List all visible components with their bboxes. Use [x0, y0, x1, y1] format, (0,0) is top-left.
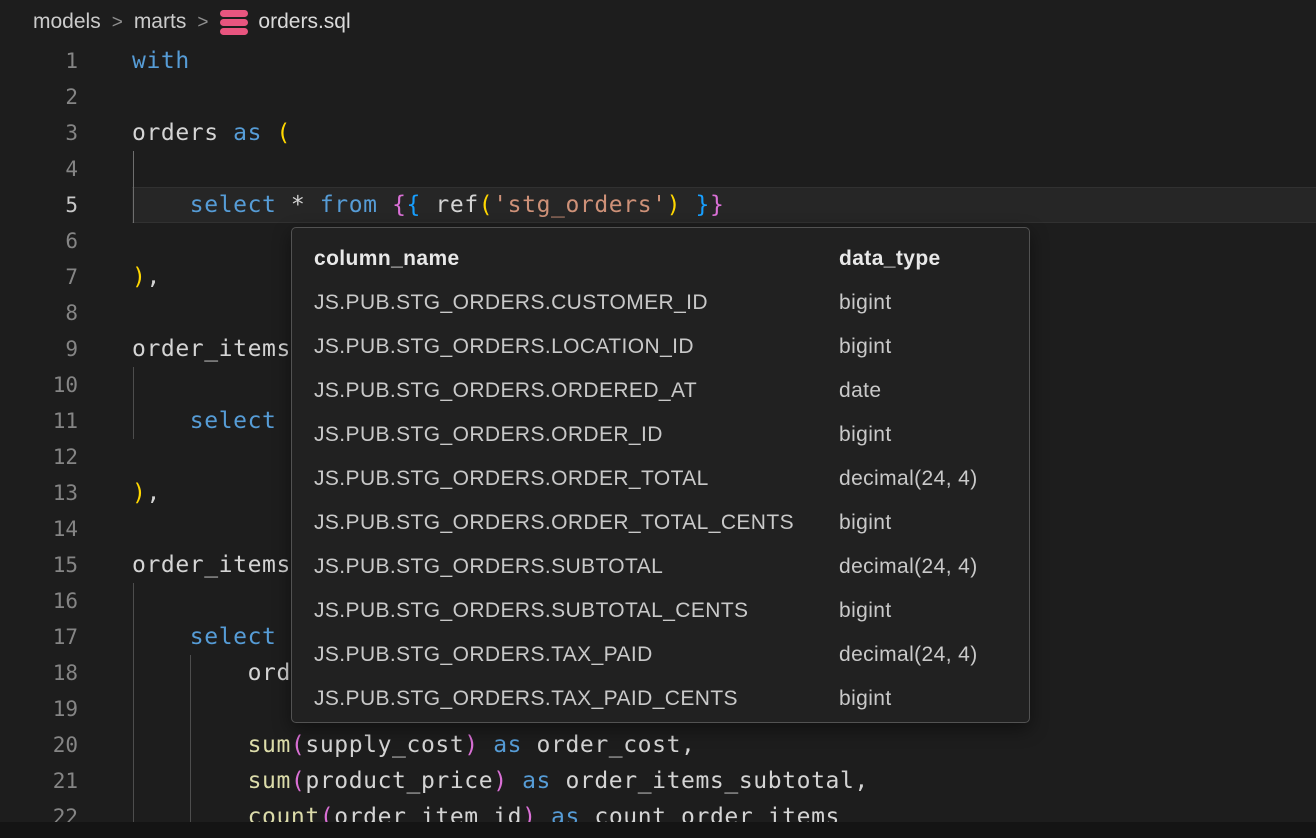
code-text: sum(supply_cost) as order_cost,: [78, 727, 695, 763]
code-line[interactable]: 3orders as (: [0, 115, 1316, 151]
cell-data-type: bigint: [839, 677, 1029, 721]
file-name: orders.sql: [258, 10, 350, 34]
breadcrumb-item-models[interactable]: models: [33, 10, 101, 34]
code-line[interactable]: 2: [0, 79, 1316, 115]
line-number: 6: [0, 229, 78, 253]
code-text: orders as (: [78, 115, 291, 151]
line-number: 4: [0, 157, 78, 181]
code-text: order_items: [78, 547, 291, 583]
table-row: JS.PUB.STG_ORDERS.SUBTOTALdecimal(24, 4): [292, 545, 1029, 589]
indent-guide: [190, 655, 191, 822]
table-row: JS.PUB.STG_ORDERS.ORDER_IDbigint: [292, 413, 1029, 457]
cell-data-type: bigint: [839, 281, 1029, 325]
code-text: sum(product_price) as order_items_subtot…: [78, 763, 869, 799]
code-text: with: [78, 43, 190, 79]
cell-column-name: JS.PUB.STG_ORDERS.ORDERED_AT: [314, 369, 839, 413]
code-line[interactable]: 5 select * from {{ ref('stg_orders') }}: [0, 187, 1316, 223]
cell-data-type: bigint: [839, 325, 1029, 369]
popup-header-row: column_namedata_type: [292, 237, 1029, 281]
breadcrumb-item-file[interactable]: orders.sql: [219, 9, 350, 36]
bottom-strip: [0, 822, 1316, 838]
table-row: JS.PUB.STG_ORDERS.SUBTOTAL_CENTSbigint: [292, 589, 1029, 633]
cell-data-type: decimal(24, 4): [839, 545, 1029, 589]
code-text: order_items: [78, 331, 291, 367]
line-number: 19: [0, 697, 78, 721]
code-line[interactable]: 21 sum(product_price) as order_items_sub…: [0, 763, 1316, 799]
cell-data-type: decimal(24, 4): [839, 633, 1029, 677]
line-number: 7: [0, 265, 78, 289]
breadcrumb-separator-icon: >: [112, 12, 123, 34]
database-icon: [219, 9, 249, 36]
breadcrumb-separator-icon: >: [197, 12, 208, 34]
line-number: 17: [0, 625, 78, 649]
cell-data-type: bigint: [839, 589, 1029, 633]
cell-column-name: JS.PUB.STG_ORDERS.ORDER_TOTAL_CENTS: [314, 501, 839, 545]
table-row: JS.PUB.STG_ORDERS.TAX_PAIDdecimal(24, 4): [292, 633, 1029, 677]
line-number: 12: [0, 445, 78, 469]
line-number: 3: [0, 121, 78, 145]
code-text: select: [78, 619, 276, 655]
editor-window: models > marts > orders.sql 1with23order…: [0, 0, 1316, 838]
table-row: JS.PUB.STG_ORDERS.LOCATION_IDbigint: [292, 325, 1029, 369]
cell-column-name: JS.PUB.STG_ORDERS.TAX_PAID_CENTS: [314, 677, 839, 721]
line-number: 18: [0, 661, 78, 685]
cell-column-name: JS.PUB.STG_ORDERS.SUBTOTAL_CENTS: [314, 589, 839, 633]
cell-data-type: bigint: [839, 501, 1029, 545]
code-text: select: [78, 403, 276, 439]
table-row: JS.PUB.STG_ORDERS.CUSTOMER_IDbigint: [292, 281, 1029, 325]
code-text: ),: [78, 259, 161, 295]
cell-column-name: JS.PUB.STG_ORDERS.ORDER_TOTAL: [314, 457, 839, 501]
breadcrumb: models > marts > orders.sql: [33, 0, 351, 44]
cell-column-name: JS.PUB.STG_ORDERS.CUSTOMER_ID: [314, 281, 839, 325]
line-number: 20: [0, 733, 78, 757]
code-text: select * from {{ ref('stg_orders') }}: [78, 187, 724, 223]
line-number: 15: [0, 553, 78, 577]
table-row: JS.PUB.STG_ORDERS.TAX_PAID_CENTSbigint: [292, 677, 1029, 721]
cell-data-type: decimal(24, 4): [839, 457, 1029, 501]
indent-guide: [133, 151, 134, 223]
line-number: 5: [0, 193, 78, 217]
popup-header-column-name: column_name: [314, 237, 839, 281]
cell-column-name: JS.PUB.STG_ORDERS.ORDER_ID: [314, 413, 839, 457]
line-number: 13: [0, 481, 78, 505]
table-row: JS.PUB.STG_ORDERS.ORDERED_ATdate: [292, 369, 1029, 413]
line-number: 8: [0, 301, 78, 325]
line-number: 10: [0, 373, 78, 397]
cell-data-type: bigint: [839, 413, 1029, 457]
table-row: JS.PUB.STG_ORDERS.ORDER_TOTALdecimal(24,…: [292, 457, 1029, 501]
code-line[interactable]: 4: [0, 151, 1316, 187]
cell-data-type: date: [839, 369, 1029, 413]
line-number: 9: [0, 337, 78, 361]
line-number: 1: [0, 49, 78, 73]
cell-column-name: JS.PUB.STG_ORDERS.LOCATION_ID: [314, 325, 839, 369]
column-popup: column_namedata_typeJS.PUB.STG_ORDERS.CU…: [291, 227, 1030, 723]
cell-column-name: JS.PUB.STG_ORDERS.SUBTOTAL: [314, 545, 839, 589]
line-number: 16: [0, 589, 78, 613]
indent-guide: [133, 583, 134, 822]
breadcrumb-item-marts[interactable]: marts: [134, 10, 187, 34]
popup-header-data-type: data_type: [839, 237, 1029, 281]
code-text: ord: [78, 655, 291, 691]
line-number: 2: [0, 85, 78, 109]
cell-column-name: JS.PUB.STG_ORDERS.TAX_PAID: [314, 633, 839, 677]
line-number: 14: [0, 517, 78, 541]
line-number: 21: [0, 769, 78, 793]
indent-guide: [133, 367, 134, 439]
table-row: JS.PUB.STG_ORDERS.ORDER_TOTAL_CENTSbigin…: [292, 501, 1029, 545]
line-number: 11: [0, 409, 78, 433]
code-text: ),: [78, 475, 161, 511]
code-line[interactable]: 20 sum(supply_cost) as order_cost,: [0, 727, 1316, 763]
code-line[interactable]: 1with: [0, 43, 1316, 79]
